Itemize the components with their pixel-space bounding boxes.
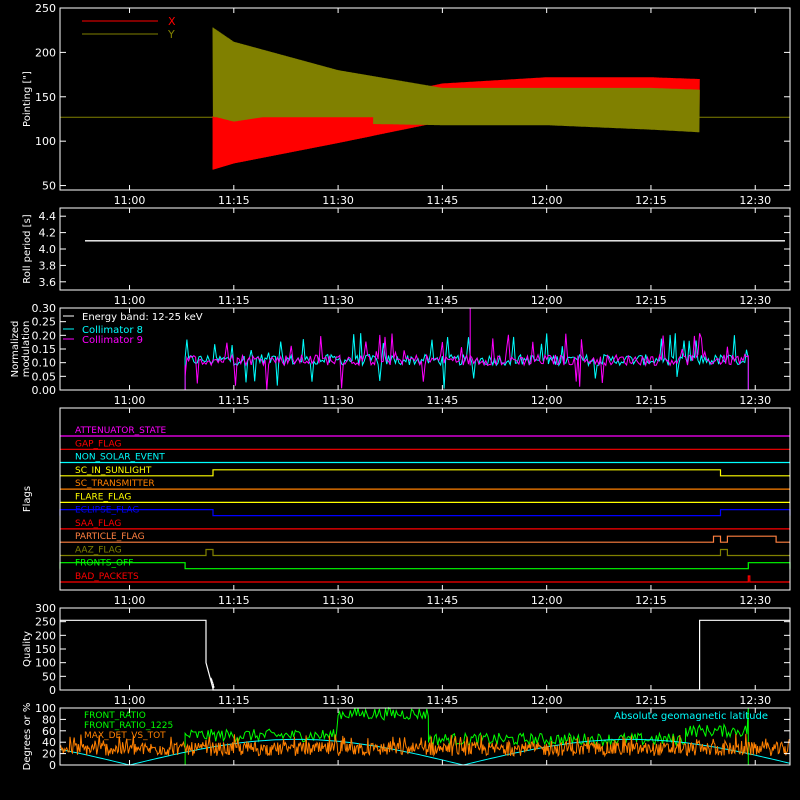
pointing-xtick-label: 11:30 (322, 194, 354, 207)
pointing-ytick-label: 100 (35, 135, 56, 148)
ratio-legend-label: FRONT_RATIO_1225 (84, 721, 173, 731)
modulation-ytick-label: 0.00 (32, 384, 57, 397)
modulation-xtick-label: 12:15 (635, 394, 667, 407)
quality-xtick-label: 11:00 (114, 694, 146, 707)
modulation-ytick-label: 0.15 (32, 343, 57, 356)
pointing-xtick-label: 11:45 (427, 194, 459, 207)
flag-label-non-solar-event: NON_SOLAR_EVENT (75, 453, 165, 463)
flag-label-sc-transmitter: SC_TRANSMITTER (75, 479, 155, 489)
roll-period-xtick-label: 11:45 (427, 294, 459, 307)
ratios-ytick-label: 0 (49, 759, 56, 772)
flag-label-attenuator-state: ATTENUATOR_STATE (75, 426, 167, 436)
legend-label-y: Y (167, 28, 175, 41)
flags-xtick-label: 12:30 (739, 594, 771, 607)
modulation-xtick-label: 12:30 (739, 394, 771, 407)
modulation-xtick-label: 11:45 (427, 394, 459, 407)
roll-period-ytick-label: 4.4 (39, 210, 57, 223)
ratios-ytick-label: 40 (42, 736, 56, 749)
ratio-legend-label: MAX_DET_VS_TOT (84, 731, 166, 741)
quality-xtick-label: 12:15 (635, 694, 667, 707)
modulation-ytick-label: 0.25 (32, 316, 57, 329)
pointing-xtick-label: 11:00 (114, 194, 146, 207)
modulation-xtick-label: 11:30 (322, 394, 354, 407)
flags-xtick-label: 11:45 (427, 594, 459, 607)
quality-xtick-label: 11:30 (322, 694, 354, 707)
pointing-ytick-label: 200 (35, 46, 56, 59)
roll-period-ytick-label: 4.0 (39, 243, 57, 256)
quality-ytick-label: 200 (35, 629, 56, 642)
modulation-xtick-label: 12:00 (531, 394, 563, 407)
modulation-xtick-label: 11:15 (218, 394, 250, 407)
flag-label-fronts-off: FRONTS_OFF (75, 559, 133, 569)
roll-period-xtick-label: 11:15 (218, 294, 250, 307)
quality-ytick-label: 100 (35, 657, 56, 670)
flag-label-saa-flag: SAA_FLAG (75, 519, 121, 529)
legend-label-x: X (168, 15, 176, 28)
modulation-ytick-label: 0.10 (32, 357, 57, 370)
modulation-xtick-label: 11:00 (114, 394, 146, 407)
flag-label-bad-packets: BAD_PACKETS (75, 572, 139, 582)
pointing-ytick-label: 250 (35, 2, 56, 15)
pointing-ytick-label: 50 (42, 180, 56, 193)
flag-label-aaz-flag: AAZ_FLAG (75, 545, 122, 555)
quality-ytick-label: 50 (42, 670, 56, 683)
flag-label-particle-flag: PARTICLE_FLAG (75, 532, 145, 542)
pointing-ylabel: Pointing ["] (22, 71, 33, 127)
roll-period-ytick-label: 4.2 (39, 227, 57, 240)
ratios-ytick-label: 100 (35, 702, 56, 715)
roll-period-xtick-label: 11:00 (114, 294, 146, 307)
modulation-ylabel-part: Normalized (10, 321, 21, 378)
ratio-annotation: Absolute geomagnetic latitude (614, 711, 768, 722)
roll-period-xtick-label: 12:30 (739, 294, 771, 307)
flags-xtick-label: 11:30 (322, 594, 354, 607)
flag-label-eclipse-flag: ECLIPSE_FLAG (75, 506, 139, 516)
roll-period-ylabel: Roll period [s] (22, 214, 33, 283)
flag-label-gap-flag: GAP_FLAG (75, 439, 121, 449)
flag-label-flare-flag: FLARE_FLAG (75, 492, 131, 502)
roll-period-ytick-label: 3.8 (39, 259, 57, 272)
flags-ylabel: Flags (22, 486, 33, 512)
ratios-ylabel: Degrees or % (22, 703, 33, 771)
roll-period-xtick-label: 12:15 (635, 294, 667, 307)
ratios-ytick-label: 80 (42, 713, 56, 726)
flags-xtick-label: 12:00 (531, 594, 563, 607)
pointing-xtick-label: 11:15 (218, 194, 250, 207)
quality-xtick-label: 11:45 (427, 694, 459, 707)
quality-ytick-label: 0 (49, 684, 56, 697)
pointing-xtick-label: 12:30 (739, 194, 771, 207)
pointing-ytick-label: 150 (35, 91, 56, 104)
quality-xtick-label: 12:30 (739, 694, 771, 707)
ratios-ytick-label: 60 (42, 725, 56, 738)
quality-xtick-label: 11:15 (218, 694, 250, 707)
quality-ytick-label: 300 (35, 602, 56, 615)
flag-label-sc-in-sunlight: SC_IN_SUNLIGHT (75, 466, 152, 476)
flags-xtick-label: 11:15 (218, 594, 250, 607)
modulation-ylabel-part: modulation (21, 321, 32, 378)
roll-period-xtick-label: 12:00 (531, 294, 563, 307)
flags-xtick-label: 11:00 (114, 594, 146, 607)
modulation-annotation: Energy band: 12-25 keV (82, 312, 203, 323)
chart-canvas: XY50100150200250Pointing ["]11:00 11:15 11… (0, 0, 800, 800)
quality-ylabel: Quality (22, 631, 33, 667)
modulation-legend-label: Collimator 9 (82, 335, 143, 346)
pointing-xtick-label: 12:00 (531, 194, 563, 207)
ratio-legend-label: FRONT_RATIO (84, 711, 146, 721)
modulation-ytick-label: 0.05 (32, 370, 57, 383)
quality-ytick-label: 150 (35, 643, 56, 656)
quality-ytick-label: 250 (35, 616, 56, 629)
roll-period-ytick-label: 3.6 (39, 276, 57, 289)
modulation-ytick-label: 0.30 (32, 302, 57, 315)
roll-period-xtick-label: 11:30 (322, 294, 354, 307)
pointing-xtick-label: 12:15 (635, 194, 667, 207)
quality-xtick-label: 12:00 (531, 694, 563, 707)
flags-xtick-label: 12:15 (635, 594, 667, 607)
ratios-ytick-label: 20 (42, 748, 56, 761)
modulation-ytick-label: 0.20 (32, 329, 57, 342)
